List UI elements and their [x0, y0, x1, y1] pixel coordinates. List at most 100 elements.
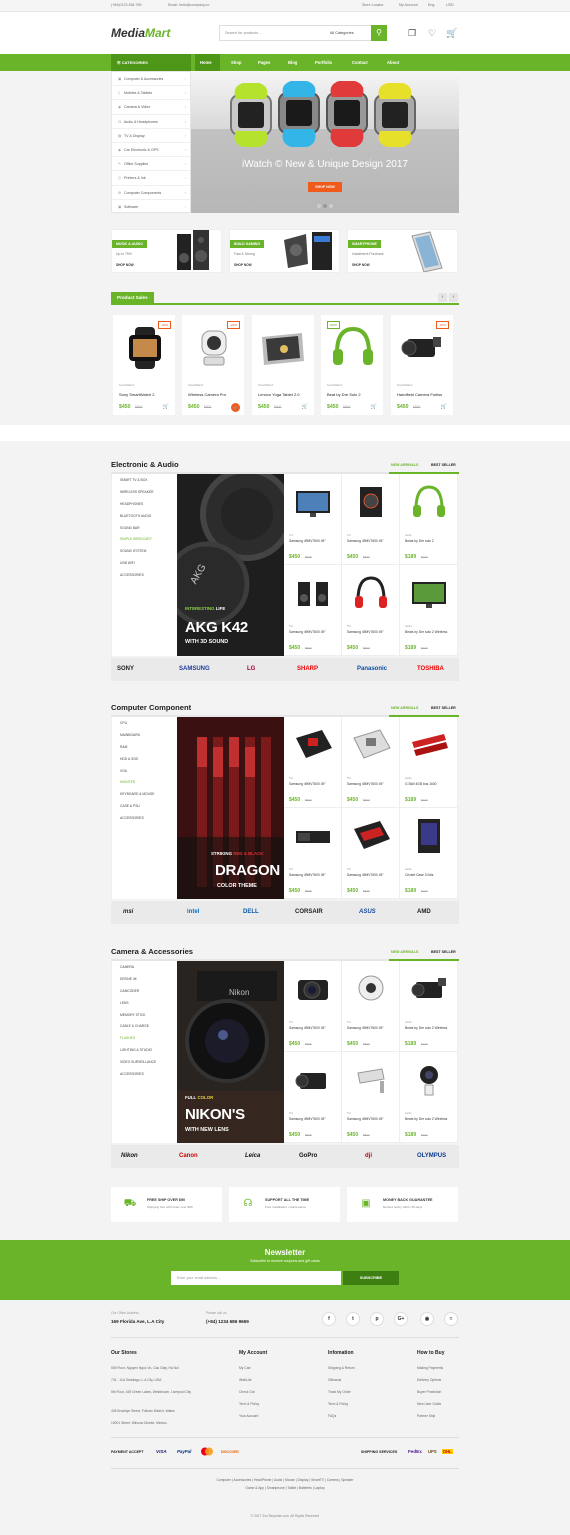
footer-link[interactable]: Buyer Protection: [417, 1390, 441, 1394]
banner-music[interactable]: MUSIC & AUDIO Up to 75% SHOP NOW: [111, 229, 222, 273]
product-card[interactable]: Tivi Samsung 49MV7600 49" $450 $500: [342, 808, 400, 899]
category-item[interactable]: ▣ Computer & Accessories ›: [112, 72, 190, 87]
subcategory-item[interactable]: ACCESSORIES: [112, 812, 177, 824]
product-card[interactable]: Tivi Samsung 49MV7600 49" $450 $500: [342, 474, 400, 565]
subcategory-item[interactable]: SOUND SYSTEM: [112, 545, 177, 557]
product-card[interactable]: Audio Beats by Dre solo 2 Wireless $189 $22…: [400, 961, 458, 1052]
product-card[interactable]: Tivi Samsung 49MV7600 49" $450 $500: [342, 1052, 400, 1143]
brand-logo[interactable]: intel: [187, 909, 199, 915]
subcategory-item[interactable]: ACCESSORIES: [112, 569, 177, 581]
footer-link[interactable]: Delivery Options: [417, 1378, 441, 1382]
subcategory-item[interactable]: SOUND BAR: [112, 522, 177, 534]
footer-category-links[interactable]: Game & App | Smartphone | Tablet | Batte…: [0, 1486, 570, 1490]
tab-best-seller[interactable]: BEST SELLER: [431, 950, 456, 954]
newsletter-email-input[interactable]: Enter your email address...: [171, 1271, 341, 1285]
brand-logo[interactable]: AMD: [417, 909, 431, 915]
brand-logo[interactable]: msi: [123, 909, 133, 915]
brand-logo[interactable]: SHARP: [297, 666, 318, 672]
wishlist-icon[interactable]: ♡: [426, 27, 438, 39]
nav-shop[interactable]: Shop: [231, 60, 241, 65]
subcategory-item[interactable]: RAM: [112, 741, 177, 753]
slider-dot-active[interactable]: [323, 204, 327, 208]
brand-logo[interactable]: GoPro: [299, 1153, 317, 1159]
tab-best-seller[interactable]: BEST SELLER: [431, 463, 456, 467]
sale-card[interactable]: NEW SmartWatch Beat by Dre Solo 2 $450 $…: [321, 315, 383, 415]
product-card[interactable]: Tivi Samsung 49MV7600 49" $450 $500: [284, 565, 342, 656]
banner-link[interactable]: SHOP NOW: [234, 263, 252, 267]
subcategory-item[interactable]: SIMPLE WEEKCARY: [112, 533, 177, 545]
category-item[interactable]: ◉ Car Electronic & GPS ›: [112, 143, 190, 158]
promo-banner[interactable]: STRIKING RED & BLACK DRAGON COLOR THEME: [177, 717, 284, 899]
nav-portfolio[interactable]: Portfolio: [315, 60, 332, 65]
banner-gaming[interactable]: BUILD GAMING Fast & Strong SHOP NOW: [229, 229, 340, 273]
brand-logo[interactable]: SAMSUNG: [179, 666, 210, 672]
product-name[interactable]: Handfield Camera Forliss: [397, 392, 442, 397]
subcategory-item[interactable]: USB WIFI: [112, 557, 177, 569]
sale-card[interactable]: SmartWatch Lenovo Yoga Tablet 2.0 $450 $…: [252, 315, 314, 415]
twitter-icon[interactable]: t: [346, 1312, 360, 1326]
brand-logo[interactable]: Panasonic: [357, 666, 387, 672]
category-item[interactable]: ▯ Mobiles & Tablets ›: [112, 86, 190, 101]
subcategory-item[interactable]: CABLE & CHARGE: [112, 1020, 177, 1032]
brand-logo[interactable]: LG: [247, 666, 255, 672]
brand-logo[interactable]: ASUS: [359, 909, 376, 915]
banner-smartphone[interactable]: SMARTPHONE Installment Purchase SHOP NOW: [347, 229, 458, 273]
footer-category-links[interactable]: Computer | Accessories | HeadPhone | Aud…: [0, 1478, 570, 1482]
sale-card[interactable]: -20% SmartWatch Wireless Camera Pro $450…: [182, 315, 244, 415]
brand-logo[interactable]: Nikon: [121, 1153, 138, 1159]
next-arrow-icon[interactable]: ›: [449, 293, 458, 302]
footer-link[interactable]: Track My Order: [328, 1390, 351, 1394]
subcategory-item[interactable]: SMART TV & BOX: [112, 474, 177, 486]
category-item[interactable]: ◉ Camera & Video ›: [112, 100, 190, 115]
product-card[interactable]: Audio G.Skill 4GB bus 1600 $189 $220: [400, 717, 458, 808]
subcategory-item[interactable]: CAMCODER: [112, 985, 177, 997]
brand-logo[interactable]: DELL: [243, 909, 259, 915]
subcategory-item[interactable]: WIRELESS SPEAKER: [112, 486, 177, 498]
banner-link[interactable]: SHOP NOW: [116, 263, 134, 267]
add-to-cart-icon[interactable]: 🛒: [302, 404, 308, 410]
product-name[interactable]: Lenovo Yoga Tablet 2.0: [258, 392, 300, 397]
subcategory-item[interactable]: CAMERA: [112, 961, 177, 973]
logo[interactable]: MediaMart: [111, 26, 170, 40]
subcategory-item[interactable]: HDD & SSD: [112, 753, 177, 765]
product-name[interactable]: Wireless Camera Pro: [188, 392, 226, 397]
product-card[interactable]: Tivi Samsung 49MV7600 49" $450 $500: [284, 717, 342, 808]
prev-arrow-icon[interactable]: ‹: [438, 293, 447, 302]
hero-slider[interactable]: iWatch © New & Unique Design 2017 SHOP N…: [191, 71, 459, 213]
compare-icon[interactable]: ❐: [406, 27, 418, 39]
subcategory-item[interactable]: CPU: [112, 717, 177, 729]
footer-link[interactable]: My Cart: [239, 1366, 251, 1370]
footer-link[interactable]: New User Guide: [417, 1402, 441, 1406]
footer-link[interactable]: Term & Policy: [239, 1402, 259, 1406]
subcategory-item[interactable]: FLASHES: [112, 1032, 177, 1044]
product-card[interactable]: Tivi Samsung 49MV7600 49" $450 $500: [284, 808, 342, 899]
product-card[interactable]: Tivi Samsung 49MV7600 49" $450 $500: [284, 474, 342, 565]
brand-logo[interactable]: OLYMPUS: [417, 1153, 446, 1159]
pinterest-icon[interactable]: p: [370, 1312, 384, 1326]
tab-new-arrivals[interactable]: NEW ARRIVALS: [391, 950, 418, 954]
category-item[interactable]: ✎ Office Supplies ›: [112, 157, 190, 172]
nav-about[interactable]: About: [387, 60, 399, 65]
product-card[interactable]: Audio Cricket Case 3 foils $189 $220: [400, 808, 458, 899]
product-card[interactable]: Tivi Samsung 49MV7600 49" $450 $500: [342, 961, 400, 1052]
product-name[interactable]: Sony SmartWatch 2: [119, 392, 154, 397]
search-input[interactable]: Search for products ...: [225, 31, 262, 35]
subcategory-item[interactable]: VIDEO SURVEILLANCE: [112, 1056, 177, 1068]
product-card[interactable]: Audio Beats by Dre solo 2 Wireless $189 $22…: [400, 565, 458, 656]
subcategory-item[interactable]: MEMORY STICK: [112, 1009, 177, 1021]
product-card[interactable]: Tivi Samsung 49MV7600 49" $450 $500: [342, 565, 400, 656]
category-item[interactable]: ▣ Software ›: [112, 200, 190, 214]
sale-card[interactable]: -20% SmartWatch Handfield Camera Forliss…: [391, 315, 453, 415]
tab-best-seller[interactable]: BEST SELLER: [431, 706, 456, 710]
subscribe-button[interactable]: SUBSCRIBE: [343, 1271, 399, 1285]
rss-icon[interactable]: ≈: [444, 1312, 458, 1326]
category-item[interactable]: ☊ Audio & Headphones ›: [112, 115, 190, 129]
promo-banner[interactable]: AKG INTERESTING LIFE AKG K42 WITH 3D SOU…: [177, 474, 284, 656]
nav-home[interactable]: Home: [200, 60, 212, 65]
subcategory-item[interactable]: MONITER: [112, 776, 177, 788]
footer-link[interactable]: Check Out: [239, 1390, 255, 1394]
brand-logo[interactable]: Canon: [179, 1153, 198, 1159]
instagram-icon[interactable]: ◉: [420, 1312, 434, 1326]
banner-link[interactable]: SHOP NOW: [352, 263, 370, 267]
product-name[interactable]: Beat by Dre Solo 2: [327, 392, 361, 397]
